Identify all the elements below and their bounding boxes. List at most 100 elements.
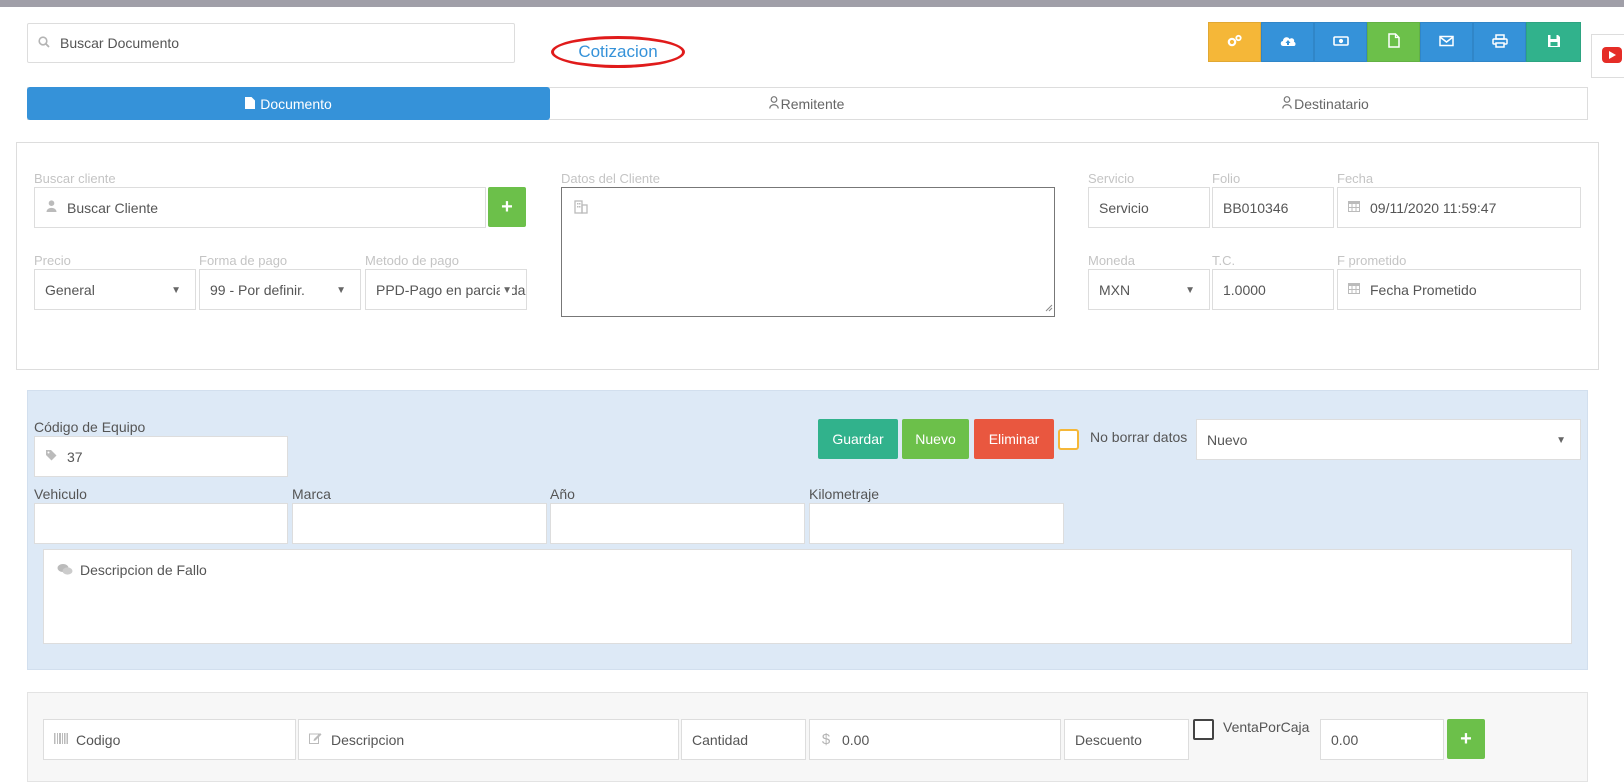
date-value: 09/11/2020 11:59:47 — [1370, 199, 1497, 216]
youtube-icon — [1602, 46, 1622, 66]
price-label: Precio — [34, 253, 71, 268]
cloud-upload-button[interactable] — [1261, 22, 1314, 62]
save-icon — [1547, 34, 1561, 51]
keep-data-label: No borrar datos — [1090, 429, 1188, 445]
calendar-icon — [1348, 200, 1360, 215]
payment-form-label: Forma de pago — [199, 253, 288, 268]
settings-button[interactable] — [1208, 22, 1261, 62]
item-code-input[interactable]: Codigo — [43, 719, 296, 760]
file-button[interactable] — [1367, 22, 1420, 62]
item-description-input[interactable]: Descripcion — [298, 719, 679, 760]
user-icon — [768, 95, 779, 112]
item-total-value: 0.00 — [1331, 731, 1359, 748]
comments-icon — [57, 563, 73, 579]
item-total-input[interactable]: 0.00 — [1320, 719, 1444, 760]
top-bar — [0, 0, 1624, 7]
doc-type-title: Cotizacion — [578, 42, 658, 61]
guardar-button[interactable]: Guardar — [818, 419, 898, 459]
date-input[interactable]: 09/11/2020 11:59:47 — [1337, 187, 1581, 228]
nuevo-button[interactable]: Nuevo — [902, 419, 969, 459]
payment-form-select[interactable]: 99 - Por definir. ▼ — [199, 269, 361, 310]
user-icon — [45, 200, 57, 215]
equipment-code-input[interactable]: 37 — [34, 436, 288, 477]
item-discount-placeholder: Descuento — [1075, 731, 1142, 748]
video-help-button[interactable] — [1591, 34, 1624, 78]
brand-label: Marca — [292, 486, 331, 502]
settings-cogs-icon — [1227, 34, 1243, 51]
vehicle-label: Vehiculo — [34, 486, 87, 502]
user-icon — [1282, 95, 1292, 112]
item-code-placeholder: Codigo — [76, 731, 121, 748]
tc-value: 1.0000 — [1223, 281, 1266, 298]
status-value: Nuevo — [1207, 431, 1248, 448]
service-placeholder: Servicio — [1099, 199, 1149, 216]
folio-label: Folio — [1212, 171, 1241, 186]
client-search-label: Buscar cliente — [34, 171, 116, 186]
year-label: Año — [550, 486, 575, 502]
calendar-icon — [1348, 282, 1360, 297]
barcode-icon — [54, 732, 68, 747]
price-value: General — [45, 281, 95, 298]
print-button[interactable] — [1473, 22, 1526, 62]
print-icon — [1491, 33, 1508, 51]
chevron-down-icon: ▼ — [1185, 285, 1195, 296]
tab-documento[interactable]: Documento — [27, 87, 550, 120]
mileage-input[interactable] — [809, 503, 1064, 544]
resize-handle-icon[interactable] — [1045, 299, 1053, 315]
equipment-code-label: Código de Equipo — [34, 419, 146, 435]
price-select[interactable]: General ▼ — [34, 269, 196, 310]
item-quantity-placeholder: Cantidad — [692, 731, 749, 748]
client-data-textarea[interactable] — [561, 187, 1055, 317]
save-button[interactable] — [1526, 22, 1581, 62]
chevron-down-icon: ▼ — [171, 285, 181, 296]
money-icon — [1332, 34, 1349, 50]
service-label: Servicio — [1088, 171, 1135, 186]
payment-method-select[interactable]: PPD-Pago en parcialidades ▼ — [365, 269, 527, 310]
tab-label: Remitente — [780, 95, 845, 112]
payment-button[interactable] — [1314, 22, 1367, 62]
date-label: Fecha — [1337, 171, 1374, 186]
email-icon — [1439, 34, 1454, 50]
document-search-placeholder: Buscar Documento — [60, 35, 180, 51]
keep-data-checkbox[interactable] — [1058, 429, 1079, 450]
document-search-input[interactable]: Buscar Documento — [27, 23, 515, 63]
tab-remitente[interactable]: Remitente — [550, 87, 1063, 120]
chevron-down-icon: ▼ — [500, 285, 512, 296]
item-quantity-input[interactable]: Cantidad — [681, 719, 806, 760]
year-input[interactable] — [550, 503, 805, 544]
search-icon — [38, 35, 50, 51]
cloud-upload-icon — [1279, 34, 1297, 51]
currency-label: Moneda — [1088, 253, 1135, 268]
brand-input[interactable] — [292, 503, 547, 544]
client-data-label: Datos del Cliente — [561, 171, 660, 186]
fault-description-textarea[interactable]: Descripcion de Fallo — [43, 549, 1572, 644]
item-price-value: 0.00 — [842, 731, 870, 748]
promised-date-input[interactable]: Fecha Prometido — [1337, 269, 1581, 310]
file-icon — [245, 96, 256, 112]
tc-input[interactable]: 1.0000 — [1212, 269, 1334, 310]
tab-destinatario[interactable]: Destinatario — [1063, 87, 1588, 120]
email-button[interactable] — [1420, 22, 1473, 62]
vehicle-input[interactable] — [34, 503, 288, 544]
promised-date-label: F prometido — [1337, 253, 1407, 268]
item-description-placeholder: Descripcion — [331, 731, 405, 748]
payment-method-label: Metodo de pago — [365, 253, 459, 268]
add-client-button[interactable]: + — [488, 187, 526, 227]
item-price-input[interactable]: $ 0.00 — [809, 719, 1061, 760]
client-search-input[interactable]: Buscar Cliente — [34, 187, 486, 228]
eliminar-button[interactable]: Eliminar — [974, 419, 1054, 459]
add-item-button[interactable]: + — [1447, 719, 1485, 759]
item-discount-input[interactable]: Descuento — [1064, 719, 1189, 760]
folio-input[interactable]: BB010346 — [1212, 187, 1334, 228]
status-select[interactable]: Nuevo ▼ — [1196, 419, 1581, 460]
tab-label: Documento — [260, 95, 332, 112]
tab-label: Destinatario — [1294, 95, 1369, 112]
fault-description-placeholder: Descripcion de Fallo — [80, 562, 207, 578]
tag-icon — [45, 449, 57, 464]
payment-form-value: 99 - Por definir. — [210, 281, 305, 298]
currency-select[interactable]: MXN ▼ — [1088, 269, 1210, 310]
currency-value: MXN — [1099, 281, 1131, 298]
box-sale-checkbox[interactable] — [1193, 719, 1214, 740]
service-input[interactable]: Servicio — [1088, 187, 1210, 228]
promised-date-placeholder: Fecha Prometido — [1370, 281, 1477, 298]
